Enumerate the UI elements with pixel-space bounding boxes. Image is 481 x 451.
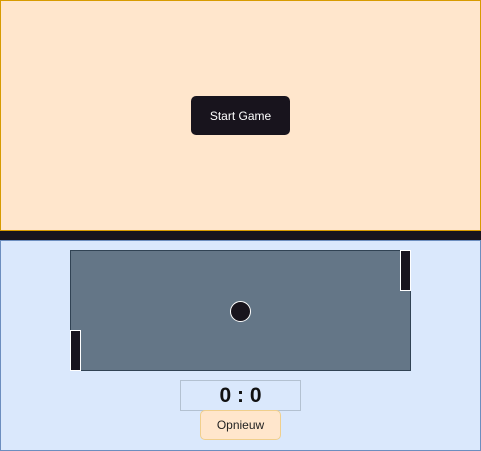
right-paddle	[400, 250, 411, 291]
start-game-button[interactable]: Start Game	[191, 96, 290, 135]
ball	[230, 301, 251, 322]
score-display: 0 : 0	[180, 380, 301, 411]
divider	[0, 231, 481, 240]
restart-button[interactable]: Opnieuw	[200, 410, 281, 440]
left-paddle[interactable]	[70, 330, 81, 371]
